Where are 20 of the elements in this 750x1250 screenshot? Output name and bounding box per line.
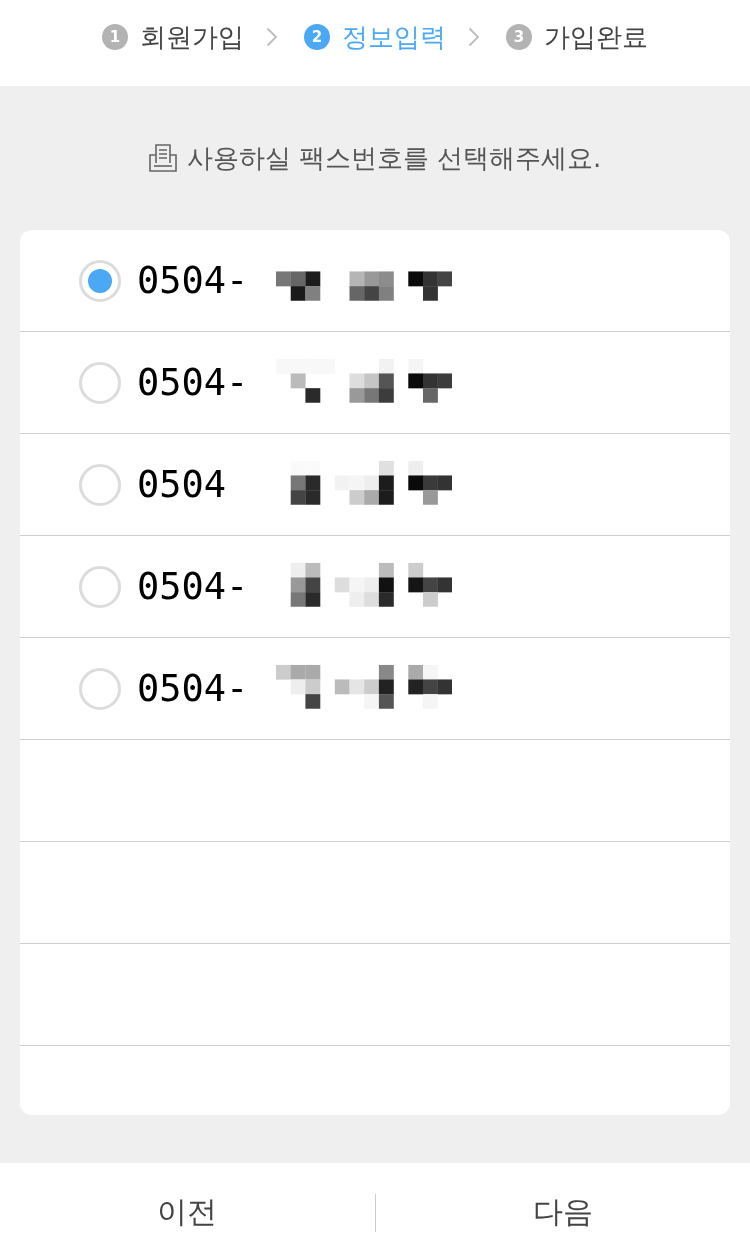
step-number: 2 (304, 24, 330, 50)
chevron-right-icon (468, 27, 480, 47)
fax-icon (148, 144, 177, 172)
fax-number-text: 0504- (137, 258, 249, 303)
radio-button[interactable] (79, 565, 121, 608)
step-label: 정보입력 (342, 21, 446, 54)
step-number: 1 (102, 24, 128, 50)
radio-button[interactable] (79, 667, 121, 710)
step-label: 회원가입 (140, 21, 244, 54)
radio-button[interactable] (79, 361, 121, 404)
fax-number-text: 0504- (137, 666, 249, 711)
fax-number-text: 0504- (137, 360, 249, 405)
step-number: 3 (506, 24, 532, 50)
fax-number-text: 0504 (137, 462, 227, 507)
fax-number-text: 0504- (137, 564, 249, 609)
chevron-right-icon (266, 27, 278, 47)
radio-button[interactable] (79, 259, 121, 302)
instruction-text: 사용하실 팩스번호를 선택해주세요. (186, 141, 602, 175)
radio-button[interactable] (79, 463, 121, 506)
step-label: 가입완료 (544, 21, 648, 54)
